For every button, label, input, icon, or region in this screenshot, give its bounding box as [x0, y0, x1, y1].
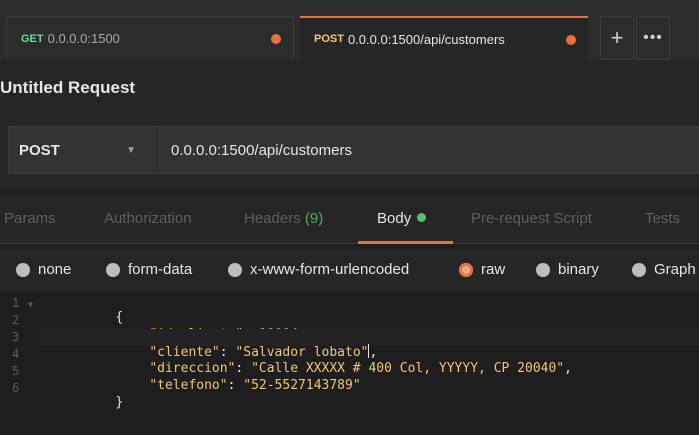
line-number: 6 — [12, 381, 20, 395]
tab-body-label: Body — [377, 210, 412, 227]
body-mode-selector: none form-data x-www-form-urlencoded raw… — [0, 250, 699, 290]
mode-graphql[interactable]: Graph — [632, 261, 696, 278]
plus-icon: + — [610, 25, 624, 50]
method-select-value: POST — [19, 141, 60, 159]
url-bar-section: POST ▼ 0.0.0.0:1500/api/customers — [0, 120, 699, 188]
mode-raw[interactable]: raw — [459, 261, 505, 278]
line-number: 1 — [12, 296, 20, 310]
tab-method-label: GET — [21, 32, 44, 45]
unsaved-dot-icon — [566, 35, 576, 45]
headers-count: (9) — [304, 210, 324, 227]
mode-none[interactable]: none — [16, 261, 71, 278]
close-brace: } — [115, 395, 124, 410]
mode-urlencoded[interactable]: x-www-form-urlencoded — [228, 261, 409, 278]
new-tab-button[interactable]: + — [600, 16, 634, 60]
tab-headers[interactable]: Headers (9) — [244, 210, 323, 227]
more-icon: ••• — [643, 29, 663, 46]
mode-label: Graph — [654, 261, 696, 278]
mode-label: none — [38, 261, 72, 278]
line-number: 4 — [12, 347, 20, 361]
tab-url-label: 0.0.0.0:1500 — [47, 31, 120, 46]
code-line: "telefono": "52-5527143789" — [149, 378, 361, 393]
line-number: 5 — [12, 364, 20, 378]
code-line: "direccion": "Calle XXXXX # 400 Col, YYY… — [149, 361, 572, 376]
request-subtabs: Params Authorization Headers (9) Body Pr… — [0, 196, 699, 244]
line-number: 2 — [12, 313, 20, 327]
radio-icon — [632, 262, 646, 277]
fold-arrow-icon[interactable]: ▼ — [28, 300, 33, 309]
mode-label: raw — [481, 261, 506, 278]
radio-icon — [228, 262, 242, 277]
body-editor[interactable]: 1 ▼ 2 3 4 5 6 { "id_cliente": 10004, "cl… — [0, 294, 699, 435]
chevron-down-icon: ▼ — [126, 144, 136, 156]
line-number: 3 — [12, 330, 20, 344]
code-line: } — [40, 380, 699, 410]
mode-binary[interactable]: binary — [536, 261, 599, 278]
tab-headers-label: Headers — [244, 210, 301, 227]
url-bar: POST ▼ 0.0.0.0:1500/api/customers — [8, 126, 699, 174]
url-input[interactable]: 0.0.0.0:1500/api/customers — [157, 127, 698, 173]
body-active-dot-icon — [417, 213, 427, 222]
tab-params[interactable]: Params — [4, 210, 56, 227]
tab-url-label: 0.0.0.0:1500/api/customers — [347, 31, 505, 47]
tab-get-request[interactable]: GET 0.0.0.0:1500 — [6, 16, 294, 60]
tab-authorization[interactable]: Authorization — [104, 210, 192, 227]
mode-label: binary — [558, 261, 599, 278]
more-tabs-button[interactable]: ••• — [636, 16, 670, 60]
code-line: { — [40, 295, 699, 325]
code-line-current: "cliente": "Salvador lobato", — [40, 329, 699, 360]
code-line: "id_cliente": 10004, — [40, 312, 699, 342]
method-select[interactable]: POST ▼ — [9, 127, 157, 173]
tab-body[interactable]: Body — [377, 210, 427, 227]
tab-tests[interactable]: Tests — [645, 210, 680, 227]
line-gutter: 1 ▼ 2 3 4 5 6 — [0, 294, 40, 435]
tab-post-request[interactable]: POST 0.0.0.0:1500/api/customers — [300, 16, 588, 60]
request-title-row: Untitled Request — [0, 60, 699, 120]
active-tab-underline — [358, 241, 453, 244]
unsaved-dot-icon — [271, 34, 281, 44]
mode-form-data[interactable]: form-data — [106, 261, 192, 278]
radio-icon — [106, 262, 120, 277]
tab-pre-request-script[interactable]: Pre-request Script — [471, 210, 592, 227]
radio-icon — [16, 262, 30, 277]
tab-strip: GET 0.0.0.0:1500 POST 0.0.0.0:1500/api/c… — [0, 0, 699, 60]
radio-icon — [536, 262, 550, 277]
tab-method-label: POST — [314, 33, 344, 45]
request-title[interactable]: Untitled Request — [0, 78, 135, 98]
radio-selected-icon — [459, 262, 473, 277]
mode-label: x-www-form-urlencoded — [250, 261, 410, 278]
mode-label: form-data — [128, 261, 193, 278]
